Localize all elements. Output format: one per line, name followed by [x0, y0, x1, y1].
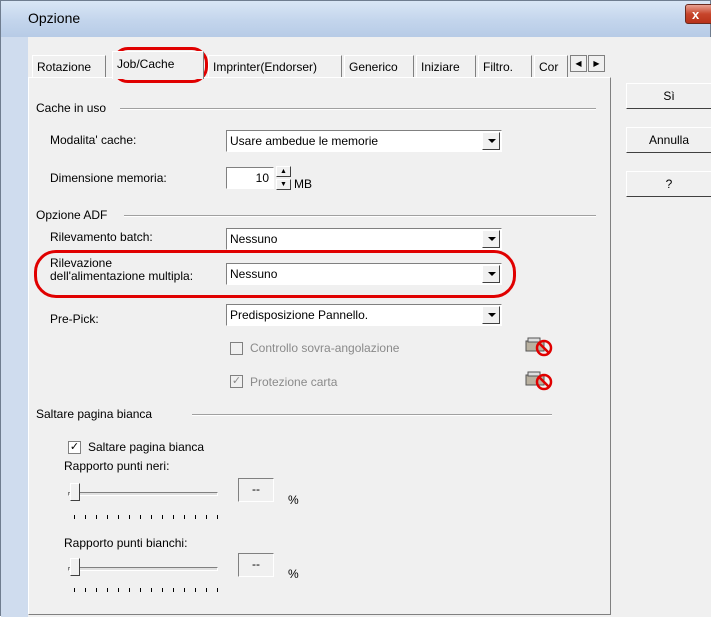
- black-dots-slider-thumb[interactable]: [70, 483, 80, 501]
- tab-label: Filtro.: [483, 60, 513, 74]
- tab-label: Rotazione: [37, 60, 92, 74]
- tab-filtro[interactable]: Filtro.: [478, 55, 532, 77]
- tab-iniziare[interactable]: Iniziare: [416, 55, 476, 77]
- tab-label: Imprinter(Endorser): [213, 60, 318, 74]
- tab-imprinter[interactable]: Imprinter(Endorser): [208, 55, 342, 77]
- yes-button-label: Sì: [663, 89, 675, 103]
- close-icon: x: [692, 7, 700, 22]
- skip-blank-page-label: Saltare pagina bianca: [88, 440, 205, 454]
- scanner-prohibited-icon: [525, 337, 553, 357]
- batch-detection-value: Nessuno: [230, 232, 278, 246]
- tab-label: Generico: [349, 60, 398, 74]
- memory-size-input[interactable]: 10: [226, 167, 274, 189]
- spin-up-icon[interactable]: ▲: [276, 166, 291, 177]
- adf-group-divider: [124, 215, 596, 217]
- cache-mode-dropdown[interactable]: Usare ambedue le memorie: [226, 130, 502, 152]
- chevron-down-icon[interactable]: [482, 230, 500, 248]
- chevron-down-icon[interactable]: [482, 306, 500, 324]
- prepick-label: Pre-Pick:: [50, 312, 99, 326]
- tab-scroll-right-button[interactable]: ▶: [588, 55, 605, 72]
- batch-detection-label: Rilevamento batch:: [50, 230, 153, 244]
- black-dots-unit: %: [288, 493, 299, 507]
- tab-job-cache[interactable]: Job/Cache: [112, 51, 204, 79]
- tab-rotazione[interactable]: Rotazione: [32, 55, 106, 77]
- window-title: Opzione: [28, 10, 81, 26]
- tab-generico[interactable]: Generico: [344, 55, 414, 77]
- white-dots-unit: %: [288, 567, 299, 581]
- paper-protection-label: Protezione carta: [250, 375, 338, 389]
- skew-control-label: Controllo sovra-angolazione: [250, 341, 400, 355]
- arrow-right-icon: ▶: [593, 59, 600, 68]
- cache-mode-value: Usare ambedue le memorie: [230, 134, 379, 148]
- tab-label: Iniziare: [421, 60, 460, 74]
- close-button[interactable]: x: [685, 4, 711, 24]
- tab-label: Cor: [539, 60, 559, 74]
- tab-scroll-left-button[interactable]: ◀: [570, 55, 587, 72]
- memory-size-label: Dimensione memoria:: [50, 171, 167, 185]
- prepick-value: Predisposizione Pannello.: [230, 308, 369, 322]
- cache-group-divider: [120, 108, 596, 110]
- blank-page-group-divider: [192, 414, 552, 416]
- chevron-down-icon[interactable]: [482, 132, 500, 150]
- arrow-left-icon: ◀: [575, 59, 582, 68]
- skew-control-checkbox[interactable]: [230, 342, 243, 355]
- highlight-ring-multifeed: [34, 250, 516, 298]
- blank-page-group-label: Saltare pagina bianca: [36, 407, 153, 421]
- white-dots-slider-thumb[interactable]: [70, 558, 80, 576]
- scanner-prohibited-icon: [525, 371, 553, 391]
- cache-group-label: Cache in uso: [36, 101, 107, 115]
- title-bar: Opzione x: [1, 1, 711, 38]
- paper-protection-checkbox[interactable]: ✓: [230, 375, 243, 388]
- yes-button[interactable]: Sì: [626, 83, 711, 109]
- spin-down-icon[interactable]: ▼: [276, 179, 291, 190]
- memory-size-value: 10: [255, 171, 269, 185]
- cancel-button-label: Annulla: [648, 133, 690, 147]
- window-left-edge: [1, 37, 29, 617]
- adf-group-label: Opzione ADF: [36, 208, 108, 222]
- black-dots-ratio-value[interactable]: --: [238, 478, 274, 502]
- cache-mode-label: Modalita' cache:: [50, 133, 137, 147]
- dialog-client-area: Rotazione Job/Cache Imprinter(Endorser) …: [28, 37, 711, 617]
- black-dots-slider-ticks: [74, 515, 224, 519]
- tab-label: Job/Cache: [117, 57, 175, 71]
- memory-size-stepper[interactable]: ▲ ▼: [276, 166, 291, 190]
- prepick-dropdown[interactable]: Predisposizione Pannello.: [226, 304, 502, 326]
- cancel-button[interactable]: Annulla: [626, 127, 711, 153]
- memory-size-unit: MB: [294, 177, 312, 191]
- white-dots-ratio-label: Rapporto punti bianchi:: [64, 536, 188, 550]
- black-dots-slider-track[interactable]: [68, 492, 218, 496]
- option-dialog: Opzione x Rotazione Job/Cache Imprinter(…: [0, 0, 711, 617]
- white-dots-slider-track[interactable]: [68, 567, 218, 571]
- help-button[interactable]: ?: [626, 171, 711, 197]
- help-button-label: ?: [665, 177, 673, 191]
- white-dots-ratio-value[interactable]: --: [238, 553, 274, 577]
- tab-cor[interactable]: Cor: [534, 55, 568, 77]
- white-dots-slider-ticks: [74, 588, 224, 592]
- black-dots-ratio-label: Rapporto punti neri:: [64, 459, 170, 473]
- skip-blank-page-checkbox[interactable]: ✓: [68, 441, 81, 454]
- batch-detection-dropdown[interactable]: Nessuno: [226, 228, 502, 250]
